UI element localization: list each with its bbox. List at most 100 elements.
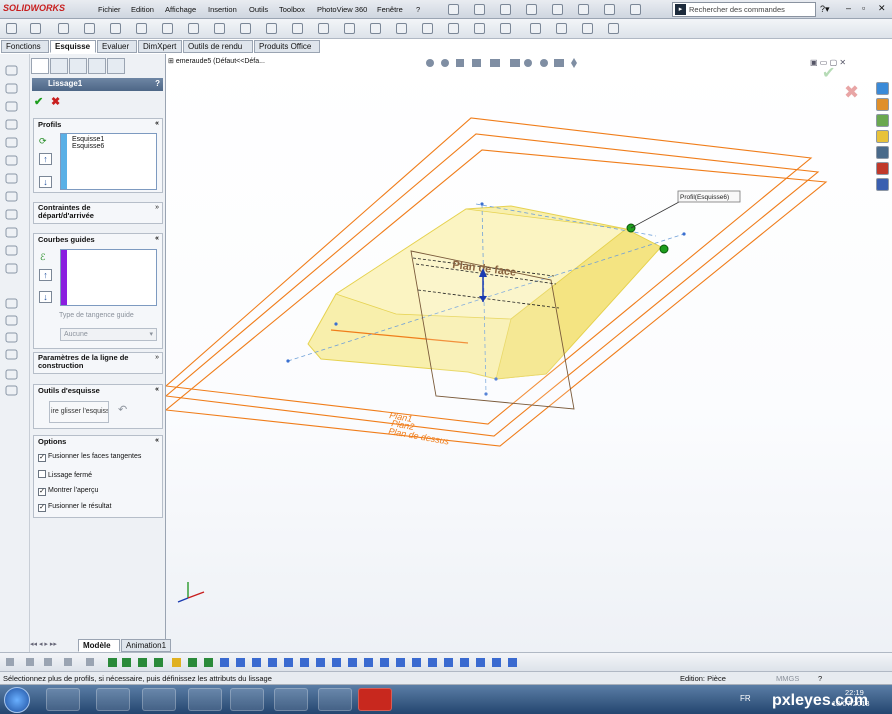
feature-help-button[interactable]: ? — [155, 79, 160, 88]
propertymanager-tab[interactable] — [50, 58, 68, 74]
restore-icon[interactable]: ▫ — [862, 3, 865, 13]
open-icon[interactable] — [474, 4, 485, 15]
mirror-icon[interactable] — [448, 23, 459, 34]
section-contraintes-header[interactable]: Contraintes de départ/d'arrivée — [34, 203, 146, 220]
smart-dimension-icon[interactable] — [30, 23, 41, 34]
collapse-icon[interactable]: « — [155, 386, 159, 393]
select-icon[interactable] — [578, 4, 589, 15]
options-icon[interactable] — [630, 4, 641, 15]
model-drawing[interactable]: Plan1 Plan2 Plan de dessus Profil(Esquis… — [166, 54, 892, 652]
list-item[interactable]: Esquisse6 — [72, 143, 153, 150]
section-courbes-header[interactable]: Courbes guides « — [34, 234, 162, 246]
rapid-sketch-icon[interactable] — [608, 23, 619, 34]
configurationmanager-tab[interactable] — [69, 58, 87, 74]
taskbar-media-icon[interactable] — [142, 688, 176, 711]
print-icon[interactable] — [526, 4, 537, 15]
line-icon[interactable] — [58, 23, 69, 34]
section-parametres-header[interactable]: Paramètres de la ligne de construction — [34, 353, 146, 370]
pattern-icon[interactable] — [474, 23, 485, 34]
start-button[interactable] — [4, 687, 30, 713]
collapse-icon[interactable]: « — [155, 235, 159, 242]
section-outils-header[interactable]: Outils d'esquisse « — [34, 385, 162, 397]
menu-item-insertion[interactable]: Insertion — [208, 5, 237, 14]
profile-callout[interactable]: Profil(Esquisse6) — [680, 194, 729, 201]
section-options-header[interactable]: Options « — [34, 436, 162, 448]
profiles-list[interactable]: Esquisse1 Esquisse6 — [60, 133, 157, 190]
move-down-button[interactable]: ↓ — [39, 291, 52, 303]
polygon-icon[interactable] — [188, 23, 199, 34]
tab-dimxpert[interactable]: DimXpert — [138, 40, 182, 53]
menu-item-fichier[interactable]: Fichier — [98, 5, 121, 14]
taskbar-app-icon[interactable] — [274, 688, 308, 711]
tab-fonctions[interactable]: Fonctions — [1, 40, 49, 53]
rectangle-icon[interactable] — [84, 23, 95, 34]
taskbar-explorer-icon[interactable] — [96, 688, 130, 711]
arc-icon[interactable] — [162, 23, 173, 34]
minimize-icon[interactable]: – — [846, 3, 851, 13]
move-up-button[interactable]: ↑ — [39, 269, 52, 281]
checkbox-checked[interactable]: ✓ — [38, 504, 46, 512]
ellipse-icon[interactable] — [240, 23, 251, 34]
repair-icon[interactable] — [556, 23, 567, 34]
undo-icon[interactable] — [552, 4, 563, 15]
tab-animation1[interactable]: Animation1 — [121, 639, 171, 652]
section-contraintes[interactable]: Contraintes de départ/d'arrivée » — [33, 202, 163, 224]
taskbar-solidworks-icon[interactable] — [358, 688, 392, 711]
save-icon[interactable] — [500, 4, 511, 15]
filter-icons[interactable] — [0, 653, 530, 671]
sketch-icon[interactable] — [6, 23, 17, 34]
search-input[interactable]: ▸ Rechercher des commandes — [672, 2, 816, 17]
collapse-icon[interactable]: « — [155, 437, 159, 444]
ok-button[interactable]: ✔ — [34, 95, 43, 108]
graphics-area[interactable]: ⊞ emeraude5 (Défaut<<Défa... ▣ ▭ ▢ ✕ ✔ ✖… — [166, 54, 892, 652]
section-profils-header[interactable]: Profils « — [34, 119, 162, 131]
option-fusionner-faces[interactable]: ✓ Fusionner les faces tangentes — [38, 453, 141, 462]
point-icon[interactable] — [344, 23, 355, 34]
checkbox-checked[interactable]: ✓ — [38, 454, 46, 462]
display-manager-tab[interactable] — [107, 58, 125, 74]
section-parametres[interactable]: Paramètres de la ligne de construction » — [33, 352, 163, 374]
menu-item-help[interactable]: ? — [416, 5, 420, 14]
expand-icon[interactable]: » — [155, 204, 159, 211]
slot-icon[interactable] — [110, 23, 121, 34]
rebuild-icon[interactable] — [604, 4, 615, 15]
option-montrer-apercu[interactable]: ✓ Montrer l'aperçu — [38, 487, 98, 496]
circle-icon[interactable] — [136, 23, 147, 34]
new-icon[interactable] — [448, 4, 459, 15]
move-up-button[interactable]: ↑ — [39, 153, 52, 165]
cancel-button[interactable]: ✖ — [51, 95, 60, 108]
close-icon[interactable]: ✕ — [878, 3, 886, 14]
text-icon[interactable] — [318, 23, 329, 34]
tab-evaluer[interactable]: Evaluer — [97, 40, 137, 53]
expand-icon[interactable]: » — [155, 354, 159, 361]
menu-item-photoview[interactable]: PhotoView 360 — [317, 5, 367, 14]
taskbar-ie-icon[interactable] — [46, 688, 80, 711]
checkbox-checked[interactable]: ✓ — [38, 488, 46, 496]
taskbar-firefox-icon[interactable] — [230, 688, 264, 711]
units-indicator[interactable]: MMGS — [776, 674, 799, 683]
guide-curves-list[interactable] — [60, 249, 157, 306]
help-icon[interactable]: ?▾ — [820, 4, 830, 15]
taskbar-camera-icon[interactable] — [318, 688, 352, 711]
convert-icon[interactable] — [396, 23, 407, 34]
undo-sketch-icon[interactable]: ↶ — [118, 403, 127, 416]
option-fusionner-resultat[interactable]: ✓ Fusionner le résultat — [38, 503, 111, 512]
plane-icon[interactable] — [292, 23, 303, 34]
menu-item-edition[interactable]: Edition — [131, 5, 154, 14]
option-lissage-ferme[interactable]: Lissage fermé — [38, 470, 92, 479]
language-indicator[interactable]: FR — [740, 694, 751, 703]
featuremanager-tab[interactable] — [31, 58, 49, 74]
tab-produits-office[interactable]: Produits Office — [254, 40, 320, 53]
tab-modele[interactable]: Modèle — [78, 639, 120, 652]
fillet-icon[interactable] — [266, 23, 277, 34]
quick-snaps-icon[interactable] — [582, 23, 593, 34]
tab-outils-de-rendu[interactable]: Outils de rendu — [183, 40, 253, 53]
menu-item-affichage[interactable]: Affichage — [165, 5, 196, 14]
taskbar-calculator-icon[interactable] — [188, 688, 222, 711]
menu-item-toolbox[interactable]: Toolbox — [279, 5, 305, 14]
dimxpert-tab[interactable] — [88, 58, 106, 74]
move-icon[interactable] — [500, 23, 511, 34]
checkbox-unchecked[interactable] — [38, 470, 46, 478]
move-down-button[interactable]: ↓ — [39, 176, 52, 188]
menu-item-fenetre[interactable]: Fenêtre — [377, 5, 403, 14]
